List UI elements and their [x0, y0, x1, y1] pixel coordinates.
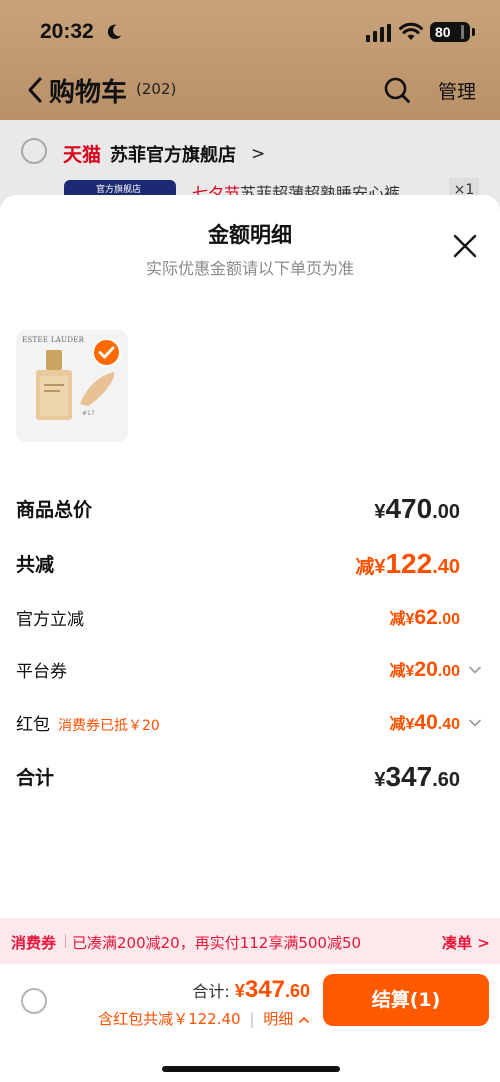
subtotal-label: 商品总价 — [16, 499, 93, 521]
official-discount-row: 官方立减 减¥62.00 — [16, 605, 482, 637]
back-arrow-icon[interactable] — [26, 76, 44, 104]
red-packet-value: 减¥40.40 — [389, 711, 460, 734]
search-icon[interactable] — [383, 76, 411, 104]
close-icon[interactable] — [452, 233, 478, 259]
subtotal-row: 商品总价 ¥470.00 — [16, 493, 482, 527]
total-discount-row: 共减 减¥122.40 — [16, 548, 482, 582]
product-shade: #17 — [82, 410, 95, 417]
platform-coupon-value: 减¥20.00 — [389, 658, 460, 681]
sheet-subtitle: 实际优惠金额请以下单页为准 — [145, 259, 354, 278]
red-packet-label: 红包 消费券已抵￥20 — [16, 715, 160, 735]
cart-count: (202) — [136, 80, 177, 98]
footer-discount-text: 含红包共减￥122.40 — [98, 1010, 241, 1028]
battery-indicator: 80 — [430, 22, 470, 42]
selected-check-badge[interactable] — [92, 338, 121, 367]
coupon-tag: 消费券 — [11, 934, 57, 952]
grand-total-value: ¥347.60 — [374, 761, 460, 792]
status-time: 20:32 — [40, 20, 94, 43]
chevron-down-icon[interactable] — [468, 716, 482, 730]
add-items-link[interactable]: 凑单 > — [442, 932, 490, 953]
store-name[interactable]: 苏菲官方旗舰店 — [110, 141, 236, 167]
checkout-button[interactable]: 结算(1) — [323, 974, 489, 1026]
checkout-footer: 合计: ¥347.60 含红包共减￥122.40 | 明细 结算(1) — [0, 964, 500, 1082]
footer-total: 合计: ¥347.60 — [192, 976, 310, 1004]
check-icon — [98, 346, 115, 359]
grand-total-row: 合计 ¥347.60 — [16, 761, 482, 795]
tmall-logo: 天猫 — [63, 144, 102, 166]
footer-total-int: 347 — [244, 976, 285, 1003]
sheet-title: 金额明细 — [208, 223, 292, 247]
official-discount-label: 官方立减 — [16, 610, 84, 630]
chevron-up-icon — [299, 1016, 309, 1023]
official-discount-value: 减¥62.00 — [389, 606, 460, 629]
status-bar: 20:32 80 — [0, 0, 500, 64]
coupon-divider — [65, 934, 66, 948]
footer-discount: 含红包共减￥122.40 | 明细 — [98, 1008, 310, 1029]
total-discount-value: 减¥122.40 — [355, 548, 460, 579]
footer-total-label: 合计: — [192, 982, 230, 1001]
store-chevron-icon: > — [251, 144, 266, 164]
chevron-down-icon[interactable] — [468, 663, 482, 677]
subtotal-value: ¥470.00 — [374, 493, 460, 524]
platform-coupon-row[interactable]: 平台券 减¥20.00 — [16, 657, 482, 689]
wifi-icon — [399, 22, 423, 40]
footer-total-currency: ¥ — [234, 981, 245, 1001]
store-thumb-label: 官方旗舰店 — [96, 185, 142, 195]
coupon-bar[interactable]: 消费券 已凑满200减20，再实付112享满500减50 凑单 > — [0, 918, 500, 964]
footer-total-dec: .60 — [284, 981, 310, 1001]
product-brand: ESTEE LAUDER — [22, 336, 85, 344]
page-title: 购物车 — [49, 78, 128, 108]
select-all-radio[interactable] — [21, 988, 47, 1014]
red-packet-row[interactable]: 红包 消费券已抵￥20 减¥40.40 — [16, 710, 482, 742]
grand-total-label: 合计 — [16, 767, 55, 789]
battery-level: 80 — [435, 24, 451, 40]
foundation-swatch-image — [80, 372, 115, 406]
signal-icon — [366, 24, 391, 42]
store-select-radio[interactable] — [21, 138, 47, 164]
battery-cap — [472, 28, 475, 36]
home-indicator — [162, 1066, 340, 1072]
red-packet-note: 消费券已抵￥20 — [58, 718, 160, 734]
platform-coupon-label: 平台券 — [16, 662, 67, 682]
detail-separator: | — [249, 1010, 255, 1028]
total-discount-label: 共减 — [16, 554, 55, 576]
manage-button[interactable]: 管理 — [438, 77, 476, 104]
coupon-progress-text: 已凑满200减20，再实付112享满500减50 — [72, 934, 362, 952]
detail-toggle[interactable]: 明细 — [263, 1010, 310, 1028]
foundation-bottle-image — [36, 350, 72, 420]
moon-icon — [107, 24, 122, 40]
